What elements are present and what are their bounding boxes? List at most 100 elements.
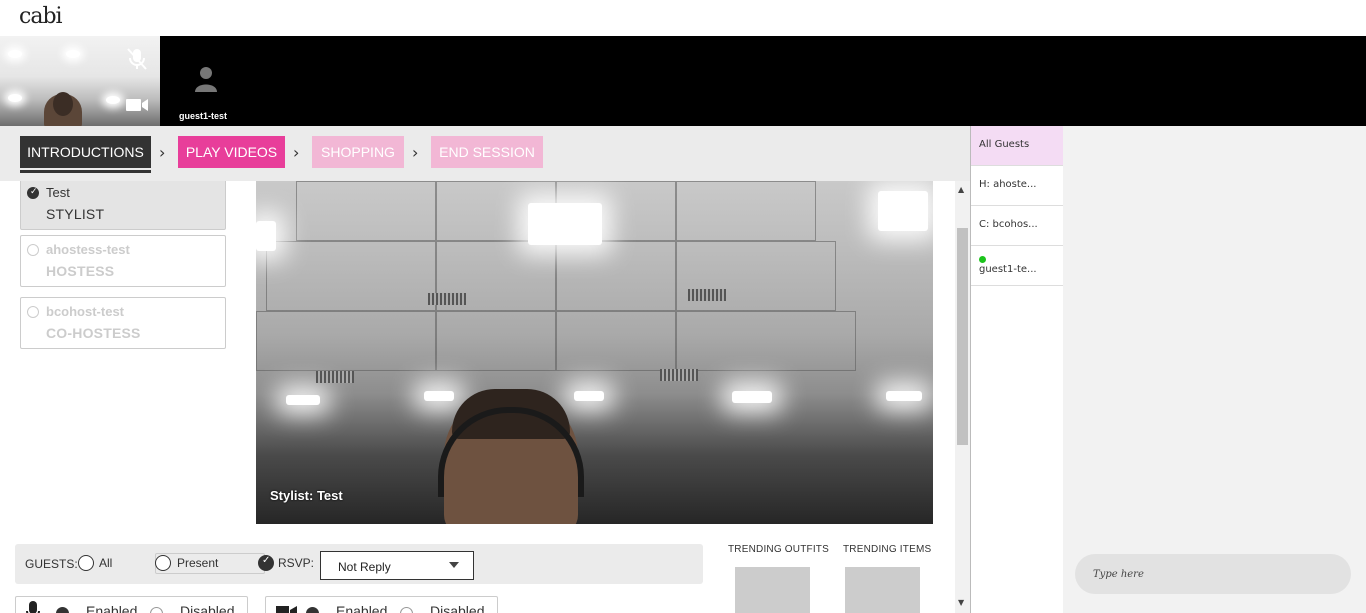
ceiling-tile (256, 311, 436, 371)
session-steps: INTRODUCTIONS › PLAY VIDEOS › SHOPPING ›… (0, 126, 970, 181)
scrollbar-thumb[interactable] (957, 228, 968, 445)
step-play-videos[interactable]: PLAY VIDEOS (178, 136, 285, 168)
step-shopping[interactable]: SHOPPING (312, 136, 404, 168)
all-label: All (99, 556, 113, 570)
guests-filter-bar: GUESTS: All Present RSVP: Not Reply (15, 544, 703, 584)
ceiling-lamp (424, 391, 454, 401)
ceiling-light (8, 50, 22, 58)
self-video-tile[interactable] (0, 36, 160, 126)
scroll-down-icon[interactable]: ▼ (958, 598, 964, 607)
online-status-icon (979, 256, 986, 263)
present-radio[interactable] (155, 555, 171, 571)
microphone-icon (26, 601, 40, 613)
all-radio[interactable] (78, 555, 94, 571)
mic-off-icon[interactable] (124, 46, 150, 72)
camera-disabled-radio[interactable] (400, 607, 413, 613)
ceiling-lamp (878, 191, 928, 231)
present-label: Present (177, 556, 219, 570)
camera-enabled-label: Enabled (336, 603, 388, 613)
ceiling-lamp (732, 391, 772, 403)
camera-disabled-label: Disabled (430, 603, 485, 613)
guest-list-label: All Guests (979, 139, 1030, 150)
rsvp-select[interactable]: Not Reply (320, 551, 474, 580)
ceiling-lamp (286, 395, 320, 405)
ceiling-tile (676, 181, 816, 241)
chat-input-container (1075, 554, 1351, 594)
step-end-session[interactable]: END SESSION (431, 136, 543, 168)
chevron-right-icon: › (293, 143, 300, 162)
mic-control: Enabled Disabled (15, 596, 248, 613)
ceiling-lamp (528, 203, 602, 245)
participant-role: STYLIST (46, 206, 105, 222)
ceiling-tile (676, 311, 856, 371)
guest-list-label: C: bcohos... (979, 219, 1038, 230)
guest-list-item-host[interactable]: H: ahoste... (971, 166, 1064, 206)
chevron-right-icon: › (412, 143, 419, 162)
guest-list-panel: All Guests H: ahoste... C: bcohos... gue… (970, 126, 1064, 613)
ceiling-tile (266, 241, 436, 311)
participant-name: bcohost-test (46, 304, 124, 319)
ceiling-lamp (886, 391, 922, 401)
rsvp-label: RSVP: (278, 556, 315, 570)
trending-outfits-label: TRENDING OUTFITS (728, 544, 829, 555)
trending-item-thumb[interactable] (845, 567, 920, 613)
participant-name: ahostess-test (46, 242, 130, 257)
guest-list-item-guest1[interactable]: guest1-te... (971, 246, 1064, 286)
camera-icon[interactable] (124, 96, 150, 114)
ceiling-tile (556, 241, 676, 311)
trending-items-label: TRENDING ITEMS (843, 544, 932, 555)
guest-video-tile[interactable]: guest1-test (160, 36, 250, 126)
person-icon (195, 67, 217, 92)
ceiling-tile (296, 181, 436, 241)
scroll-up-icon[interactable]: ▲ (958, 185, 964, 194)
guest-list-label: H: ahoste... (979, 179, 1037, 190)
ceiling-lamp (574, 391, 604, 401)
cabi-logo[interactable]: cabi (19, 4, 63, 29)
ceiling-vent (428, 293, 466, 305)
participant-role: HOSTESS (46, 263, 115, 279)
mic-disabled-label: Disabled (180, 603, 235, 613)
rsvp-selected-value: Not Reply (338, 560, 391, 574)
ceiling-light (66, 50, 80, 58)
chevron-right-icon: › (159, 143, 166, 162)
video-camera-icon (276, 606, 297, 613)
camera-control: Enabled Disabled (265, 596, 498, 613)
top-bar: cabi (0, 0, 1366, 36)
camera-enabled-radio[interactable] (306, 607, 319, 613)
participant-card-co-hostess[interactable]: bcohost-test CO-HOSTESS (20, 297, 226, 349)
ceiling-tile (556, 311, 676, 371)
ceiling-vent (660, 369, 698, 381)
radio-icon (27, 244, 39, 256)
participant-card-stylist[interactable]: Test STYLIST (20, 181, 226, 230)
guest-list-label: guest1-te... (979, 264, 1037, 275)
ceiling-vent (688, 289, 726, 301)
self-video-person (44, 92, 82, 126)
dropdown-arrow-icon (449, 562, 459, 568)
participant-card-hostess[interactable]: ahostess-test HOSTESS (20, 235, 226, 287)
chat-input[interactable] (1093, 564, 1333, 584)
participant-role: CO-HOSTESS (46, 325, 141, 341)
trending-outfit-thumb[interactable] (735, 567, 810, 613)
main-scrollbar[interactable]: ▲ ▼ (955, 181, 970, 613)
main-content: Test STYLIST ahostess-test HOSTESS bcoho… (0, 181, 955, 613)
ceiling-lamp (256, 221, 276, 251)
mic-enabled-label: Enabled (86, 603, 138, 613)
rsvp-radio[interactable] (258, 555, 274, 571)
check-icon (27, 186, 39, 199)
mic-enabled-radio[interactable] (56, 607, 69, 613)
guests-label: GUESTS: (25, 557, 78, 571)
ceiling-tile (436, 311, 556, 371)
participant-name: Test (46, 185, 70, 200)
ceiling-vent (316, 371, 354, 383)
ceiling-light (106, 96, 120, 104)
mic-disabled-radio[interactable] (150, 607, 163, 613)
ceiling-light (8, 94, 22, 102)
chat-panel (1063, 126, 1366, 613)
step-introductions[interactable]: INTRODUCTIONS (20, 136, 151, 173)
guest-list-item-all[interactable]: All Guests (971, 126, 1064, 166)
guest-name: guest1-test (179, 111, 228, 121)
video-strip: guest1-test (0, 36, 1366, 126)
guest-list-item-cohost[interactable]: C: bcohos... (971, 206, 1064, 246)
stylist-video-stage[interactable]: Stylist: Test (256, 181, 933, 524)
stage-caption: Stylist: Test (270, 488, 343, 503)
